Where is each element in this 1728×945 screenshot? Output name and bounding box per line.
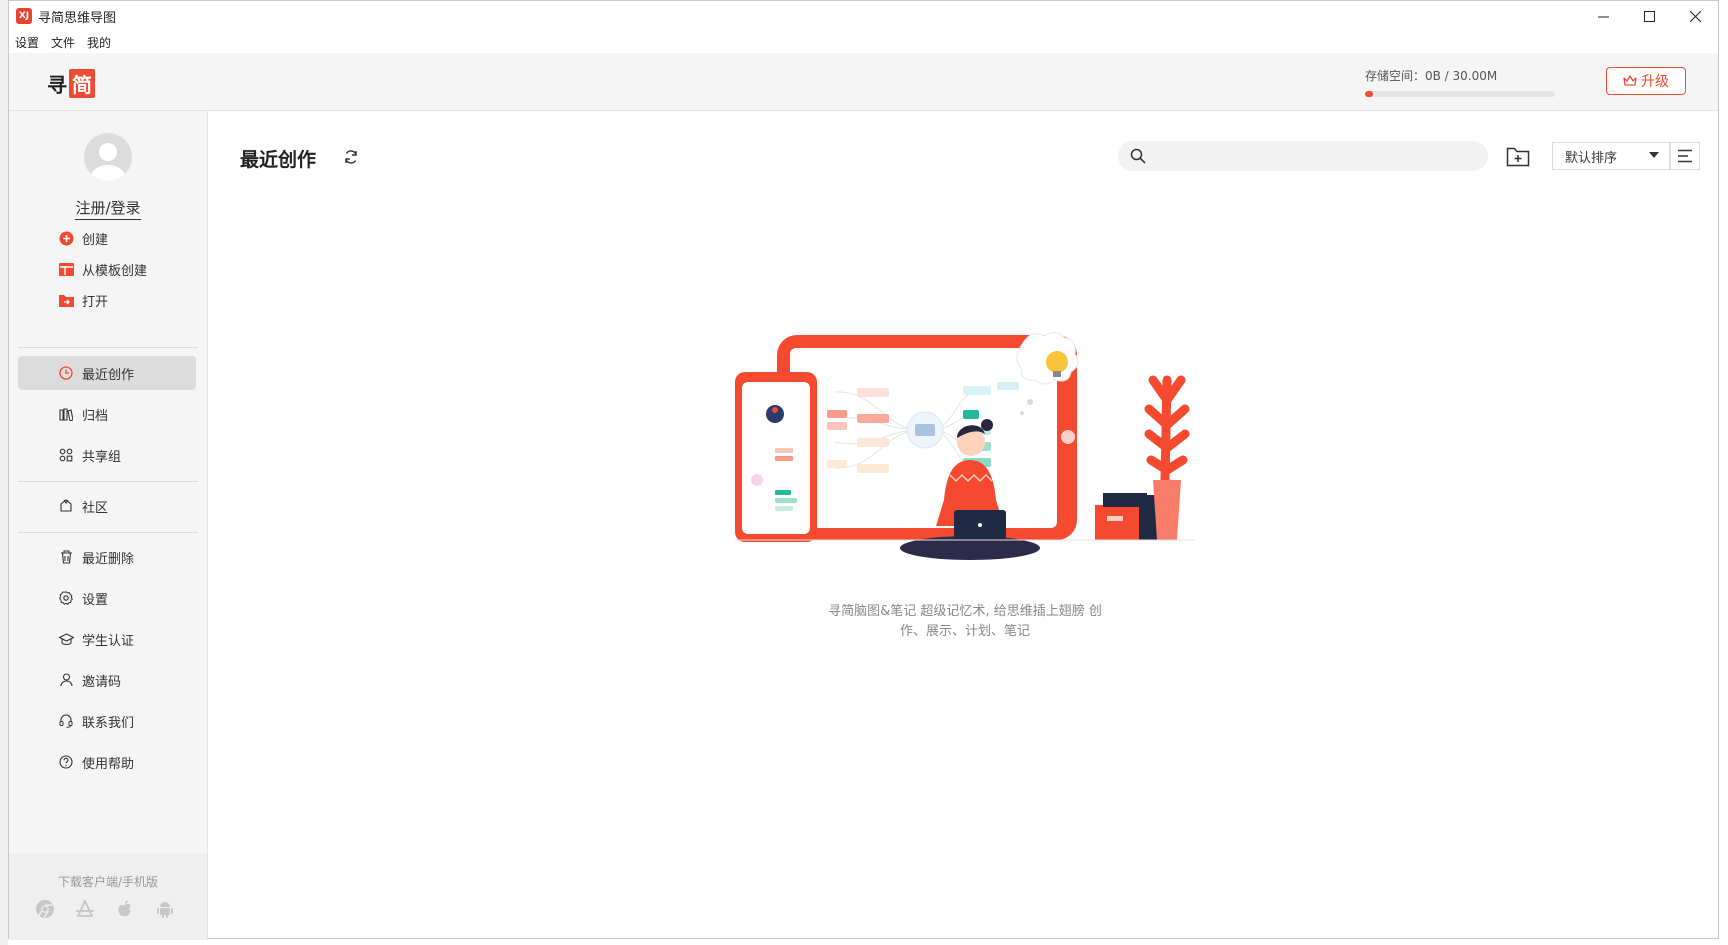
app-store-icon[interactable] bbox=[75, 899, 95, 919]
window-title: 寻简思维导图 bbox=[38, 10, 117, 26]
menu-bar: 设置 文件 我的 bbox=[9, 31, 117, 53]
create-label: 创建 bbox=[82, 232, 109, 248]
sidebar-item-label: 学生认证 bbox=[82, 633, 135, 649]
sidebar-item-recent[interactable]: 最近创作 bbox=[18, 356, 196, 390]
sidebar-divider bbox=[18, 532, 198, 533]
refresh-icon[interactable] bbox=[342, 148, 360, 166]
share-group-icon bbox=[58, 447, 74, 463]
help-icon bbox=[58, 754, 74, 770]
graduation-cap-icon bbox=[58, 631, 74, 647]
storage-progress bbox=[1365, 91, 1555, 97]
plus-circle-icon bbox=[58, 230, 74, 246]
caption-line-1: 寻简脑图&笔记 超级记忆术, 给思维插上翅膀 创 bbox=[828, 604, 1102, 619]
storage-progress-fill bbox=[1365, 91, 1373, 97]
apple-icon[interactable] bbox=[115, 899, 135, 919]
sidebar-item-label: 设置 bbox=[82, 592, 109, 608]
empty-state-illustration bbox=[735, 332, 1195, 560]
page-title: 最近创作 bbox=[240, 149, 317, 171]
chevron-down-icon bbox=[1649, 152, 1659, 158]
create-button[interactable]: 创建 bbox=[18, 221, 196, 255]
gear-icon bbox=[58, 590, 74, 606]
storage-label: 存储空间：0B / 30.00M bbox=[1365, 69, 1498, 83]
avatar[interactable] bbox=[84, 133, 132, 181]
maximize-icon bbox=[1643, 10, 1655, 22]
desktop-background bbox=[0, 0, 8, 945]
default-avatar-icon bbox=[91, 143, 125, 181]
app-logo-icon: XJ bbox=[16, 8, 32, 24]
sidebar-item-contact-us[interactable]: 联系我们 bbox=[18, 704, 196, 738]
empty-state-caption: 寻简脑图&笔记 超级记忆术, 给思维插上翅膀 创 作、展示、计划、笔记 bbox=[815, 602, 1115, 642]
menu-file[interactable]: 文件 bbox=[51, 34, 75, 51]
logo-text-2: 简 bbox=[69, 69, 95, 98]
open-button[interactable]: 打开 bbox=[18, 283, 196, 317]
user-icon bbox=[58, 672, 74, 688]
headset-icon bbox=[58, 713, 74, 729]
clock-icon bbox=[58, 365, 74, 381]
title-bar: XJ 寻简思维导图 bbox=[9, 1, 1718, 31]
chrome-icon[interactable] bbox=[35, 899, 55, 919]
community-icon bbox=[58, 498, 74, 514]
open-label: 打开 bbox=[82, 294, 109, 310]
search-icon bbox=[1130, 148, 1146, 164]
sidebar-divider bbox=[18, 347, 198, 348]
logo-text-1: 寻 bbox=[47, 73, 67, 97]
brand-logo: 寻 简 bbox=[47, 69, 95, 98]
sidebar-divider bbox=[18, 481, 198, 482]
create-from-template-button[interactable]: 从模板创建 bbox=[18, 252, 196, 286]
menu-lines-icon bbox=[1678, 149, 1692, 163]
sidebar-item-invite-code[interactable]: 邀请码 bbox=[18, 663, 196, 697]
minimize-icon bbox=[1597, 16, 1609, 17]
upgrade-button[interactable]: 升级 bbox=[1606, 67, 1686, 95]
new-folder-icon[interactable] bbox=[1506, 146, 1530, 168]
sidebar-item-label: 最近创作 bbox=[82, 367, 135, 383]
login-link-wrap: 注册/登录 bbox=[9, 197, 207, 220]
open-folder-icon bbox=[58, 292, 74, 308]
sidebar-item-share-group[interactable]: 共享组 bbox=[18, 438, 196, 472]
menu-mine[interactable]: 我的 bbox=[87, 34, 111, 51]
sidebar-item-label: 邀请码 bbox=[82, 674, 122, 690]
sidebar-item-label: 最近删除 bbox=[82, 551, 135, 567]
sidebar-item-student-verify[interactable]: 学生认证 bbox=[18, 622, 196, 656]
sidebar-item-community[interactable]: 社区 bbox=[18, 489, 196, 523]
template-icon bbox=[58, 261, 74, 277]
list-view-button[interactable] bbox=[1670, 142, 1700, 170]
download-icons bbox=[35, 899, 175, 919]
minimize-button[interactable] bbox=[1580, 1, 1626, 31]
sort-label: 默认排序 bbox=[1565, 150, 1618, 166]
login-register-link[interactable]: 注册/登录 bbox=[75, 199, 141, 220]
download-area: 下载客户端/手机版 bbox=[9, 853, 207, 940]
sidebar-item-label: 联系我们 bbox=[82, 715, 135, 731]
window-controls bbox=[1580, 1, 1718, 31]
crown-icon bbox=[1623, 75, 1637, 86]
sidebar-item-help[interactable]: 使用帮助 bbox=[18, 745, 196, 779]
trash-icon bbox=[58, 549, 74, 565]
upgrade-label: 升级 bbox=[1641, 74, 1669, 90]
sidebar-item-archive[interactable]: 归档 bbox=[18, 397, 196, 431]
sidebar-item-settings[interactable]: 设置 bbox=[18, 581, 196, 615]
template-label: 从模板创建 bbox=[82, 263, 148, 279]
search-input[interactable] bbox=[1152, 141, 1488, 171]
sidebar-item-label: 共享组 bbox=[82, 449, 122, 465]
sidebar-item-label: 归档 bbox=[82, 408, 109, 424]
archive-icon bbox=[58, 406, 74, 422]
maximize-button[interactable] bbox=[1626, 1, 1672, 31]
caption-line-2: 作、展示、计划、笔记 bbox=[899, 624, 1030, 639]
sidebar: 注册/登录 创建 从模板创建 打开 最近创作 归档 共享组 社区 最近删除 设置… bbox=[9, 111, 208, 940]
search-box bbox=[1118, 141, 1488, 171]
sort-dropdown[interactable]: 默认排序 bbox=[1552, 142, 1670, 170]
sidebar-item-recently-deleted[interactable]: 最近删除 bbox=[18, 540, 196, 574]
sidebar-item-label: 使用帮助 bbox=[82, 756, 135, 772]
close-icon bbox=[1689, 10, 1701, 22]
app-header: 寻 简 存储空间：0B / 30.00M 升级 bbox=[9, 53, 1718, 111]
close-button[interactable] bbox=[1672, 1, 1718, 31]
sidebar-item-label: 社区 bbox=[82, 500, 109, 516]
download-label: 下载客户端/手机版 bbox=[57, 875, 159, 889]
menu-settings[interactable]: 设置 bbox=[15, 34, 39, 51]
android-icon[interactable] bbox=[155, 899, 175, 919]
